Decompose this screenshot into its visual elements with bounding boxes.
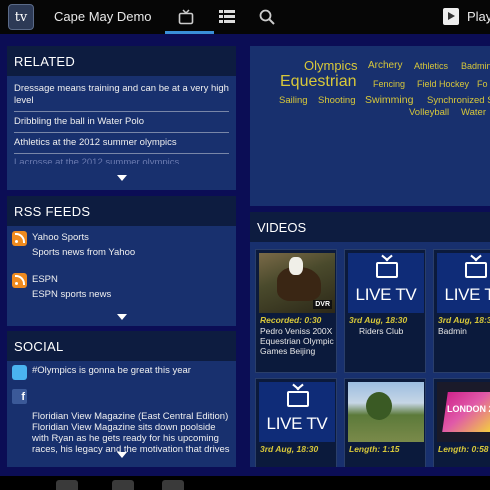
- tag-link[interactable]: Olympics: [304, 58, 357, 73]
- video-card[interactable]: LIVE TV 3rd Aug, 18:30: [255, 378, 337, 467]
- rss-icon: [12, 273, 27, 288]
- video-thumbnail: LIVE TV: [348, 253, 424, 313]
- related-item[interactable]: Dressage means training and can be at a …: [14, 79, 229, 112]
- back-icon[interactable]: [56, 480, 78, 490]
- tree-photo: [366, 392, 392, 420]
- video-card[interactable]: LONDON 2012 Length: 0:58: [433, 378, 490, 467]
- app-logo[interactable]: tv: [8, 4, 34, 30]
- tag-link[interactable]: Badmin: [461, 61, 490, 71]
- tag-link[interactable]: Sailing: [279, 95, 308, 106]
- related-item[interactable]: Dribbling the ball in Water Polo: [14, 112, 229, 133]
- social-expand-arrow-icon[interactable]: [116, 452, 127, 458]
- recent-apps-icon[interactable]: [162, 480, 184, 490]
- video-meta: 3rd Aug, 18:30: [260, 444, 319, 454]
- video-thumbnail: DVR: [259, 253, 335, 313]
- rss-feed-name: Yahoo Sports: [32, 232, 89, 243]
- tag-link[interactable]: Volleyball: [409, 107, 449, 118]
- related-expand-arrow-icon[interactable]: [116, 175, 127, 181]
- social-post[interactable]: #Olympics is gonna be great this year: [7, 365, 236, 389]
- video-card[interactable]: LIVE TV 3rd Aug, 18:30 Riders Club: [344, 249, 426, 373]
- tag-cloud-panel: Olympics Archery Athletics Badmin Equest…: [250, 46, 490, 206]
- social-post-text: Floridian View Magazine (East Central Ed…: [32, 411, 230, 455]
- tv-icon: [465, 262, 487, 278]
- live-tv-label: LIVE TV: [355, 285, 417, 304]
- related-header: RELATED: [7, 46, 236, 76]
- tag-link[interactable]: Water: [461, 107, 486, 118]
- videos-header: VIDEOS: [250, 212, 490, 242]
- tag-link[interactable]: Equestrian: [280, 73, 357, 91]
- london-2012-text: LONDON 2012: [447, 404, 490, 414]
- rss-expand-arrow-icon[interactable]: [116, 314, 127, 320]
- search-icon: [259, 9, 275, 25]
- dvr-badge: DVR: [313, 300, 332, 309]
- video-description: Riders Club: [359, 326, 404, 336]
- app-title: Cape May Demo: [54, 9, 152, 24]
- video-meta: Length: 0:58: [438, 444, 489, 454]
- video-thumbnail: [348, 382, 424, 442]
- tab-search[interactable]: [249, 0, 285, 34]
- system-navigation-bar: [0, 476, 490, 490]
- social-post[interactable]: f Floridian View Magazine (East Central …: [7, 389, 236, 455]
- social-post-text: #Olympics is gonna be great this year: [32, 365, 191, 376]
- rss-feed-item[interactable]: ESPN ESPN sports news: [7, 268, 236, 310]
- related-item[interactable]: Athletics at the 2012 summer olympics: [14, 133, 229, 154]
- tab-list[interactable]: [209, 0, 245, 34]
- video-meta: Recorded: 0:30: [260, 315, 322, 325]
- social-header: SOCIAL: [7, 331, 236, 361]
- rss-header: RSS FEEDS: [7, 196, 236, 226]
- video-thumbnail: LIVE TV: [259, 382, 335, 442]
- tag-link[interactable]: Synchronized S: [427, 95, 490, 106]
- videos-panel: VIDEOS DVR Recorded: 0:30 Pedro Veniss 2…: [250, 212, 490, 467]
- rss-icon: [12, 231, 27, 246]
- top-action-bar: tv Cape May Demo Play: [0, 0, 490, 34]
- rss-feed-desc: Sports news from Yahoo: [32, 247, 136, 258]
- facebook-icon: f: [12, 389, 27, 404]
- video-meta: 3rd Aug, 18:30: [438, 315, 490, 325]
- rss-feed-item[interactable]: Yahoo Sports Sports news from Yahoo: [7, 226, 236, 268]
- tab-tv[interactable]: [165, 0, 214, 34]
- video-meta: Length: 1:15: [349, 444, 400, 454]
- tag-link[interactable]: Fencing: [373, 79, 405, 89]
- list-icon: [219, 10, 235, 23]
- video-meta: 3rd Aug, 18:30: [349, 315, 408, 325]
- app-root: tv Cape May Demo Play RELATED Dressage m…: [0, 0, 490, 490]
- app-logo-text: tv: [14, 9, 28, 25]
- rss-panel: RSS FEEDS Yahoo Sports Sports news from …: [7, 196, 236, 326]
- home-icon[interactable]: [112, 480, 134, 490]
- tv-icon: [287, 391, 309, 407]
- rss-feed-name: ESPN: [32, 274, 58, 285]
- twitter-icon: [12, 365, 27, 380]
- play-button-label[interactable]: Play: [467, 9, 490, 24]
- rss-feed-desc: ESPN sports news: [32, 289, 112, 300]
- video-card[interactable]: Length: 1:15: [344, 378, 426, 467]
- live-tv-label: LIVE TV: [266, 414, 328, 433]
- tag-link[interactable]: Athletics: [414, 61, 448, 71]
- tag-link[interactable]: Fo: [477, 79, 488, 89]
- video-description: Pedro Veniss 200X Equestrian Olympic Gam…: [260, 326, 334, 356]
- tag-link[interactable]: Shooting: [318, 95, 356, 106]
- related-list: Dressage means training and can be at a …: [7, 76, 236, 164]
- video-card[interactable]: LIVE TV 3rd Aug, 18:30 Badmin: [433, 249, 490, 373]
- tag-link[interactable]: Field Hockey: [417, 79, 469, 89]
- tv-icon: [376, 262, 398, 278]
- rider-photo: [289, 257, 303, 275]
- play-store-icon[interactable]: [443, 8, 459, 25]
- video-card[interactable]: DVR Recorded: 0:30 Pedro Veniss 200X Equ…: [255, 249, 337, 373]
- related-panel: RELATED Dressage means training and can …: [7, 46, 236, 190]
- tv-icon: [178, 9, 194, 25]
- video-description: Badmin: [438, 326, 467, 336]
- social-panel: SOCIAL #Olympics is gonna be great this …: [7, 331, 236, 467]
- tag-link[interactable]: Archery: [368, 60, 402, 71]
- live-tv-label: LIVE TV: [444, 285, 490, 304]
- tag-link[interactable]: Swimming: [365, 94, 413, 106]
- video-thumbnail: LIVE TV: [437, 253, 490, 313]
- video-thumbnail: LONDON 2012: [437, 382, 490, 442]
- related-item[interactable]: Lacrosse at the 2012 summer olympics: [14, 154, 229, 164]
